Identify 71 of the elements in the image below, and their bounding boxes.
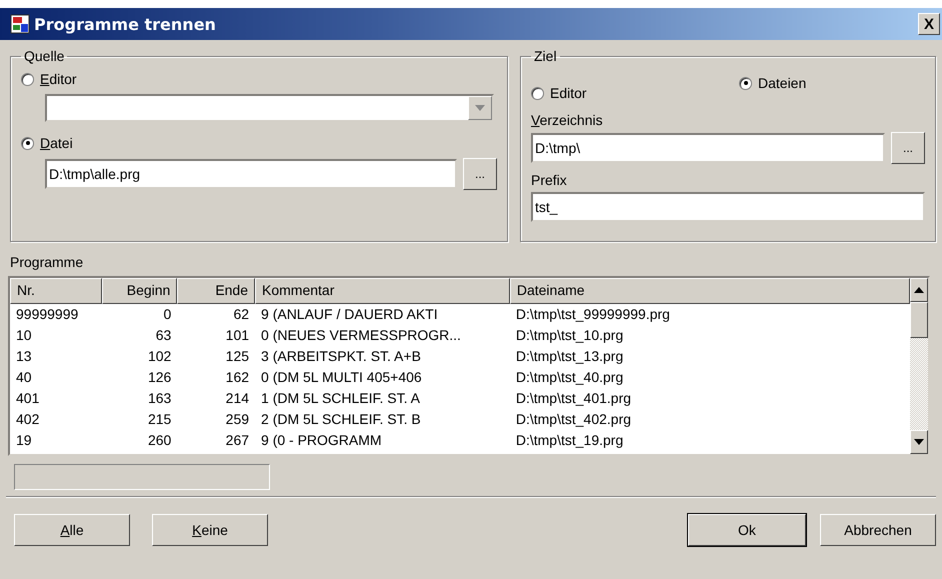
table-cell-text: D:\tmp\tst_402.prg xyxy=(514,410,632,429)
table-cell-text: 267 xyxy=(224,431,250,450)
table-cell-text: 9 (0 - PROGRAMM xyxy=(260,431,383,450)
browse-button[interactable]: ... xyxy=(463,158,497,190)
table-cell-text: 19 xyxy=(15,431,33,450)
radio-button[interactable] xyxy=(531,86,544,100)
table-cell-text: 215 xyxy=(146,410,172,429)
table-cell-text: 259 xyxy=(224,410,250,429)
table-cell-text: 40 xyxy=(15,368,33,387)
radio-label[interactable]: Dateien xyxy=(758,75,806,91)
table-cell-text: 62 xyxy=(232,305,250,324)
table-cell-text: 101 xyxy=(224,326,250,345)
prefix-field[interactable]: tst_ xyxy=(531,192,925,222)
table-cell-text: 402 xyxy=(15,410,40,429)
ok-button[interactable]: Ok xyxy=(688,514,806,546)
column-header[interactable]: Beginn xyxy=(102,278,178,304)
radio-label[interactable]: Editor xyxy=(40,71,77,87)
radio-button[interactable] xyxy=(21,136,34,150)
table-cell-text: D:\tmp\tst_13.prg xyxy=(514,347,624,366)
table-cell-text: D:\tmp\tst_401.prg xyxy=(514,389,632,408)
group-title: Ziel xyxy=(533,48,558,64)
table-cell-text: 125 xyxy=(224,347,250,366)
file-field[interactable]: D:\tmp\alle.prg xyxy=(45,159,457,189)
table-cell-text: 0 (NEUES VERMESSPROGR... xyxy=(260,326,462,345)
table-cell-text: D:\tmp\tst_99999999.prg xyxy=(514,305,671,324)
table-cell-text: 126 xyxy=(146,368,172,387)
radio-label[interactable]: Datei xyxy=(40,135,73,151)
group-title: Quelle xyxy=(23,48,66,64)
table-cell-text: 102 xyxy=(146,347,172,366)
down-arrow-icon xyxy=(914,439,924,445)
scroll-up-button[interactable] xyxy=(910,278,928,302)
table-cell-text: 401 xyxy=(15,389,40,408)
table-cell-text: 260 xyxy=(146,431,172,450)
table-cell-text: D:\tmp\tst_19.prg xyxy=(514,431,624,450)
browse-button[interactable]: ... xyxy=(891,132,925,164)
cancel-button[interactable]: Abbrechen xyxy=(820,514,936,546)
table-cell-text: 1 (DM 5L SCHLEIF. ST. A xyxy=(260,389,421,408)
table-cell-text: 3 (ARBEITSPKT. ST. A+B xyxy=(260,347,422,366)
table-cell-text: 0 (DM 5L MULTI 405+406 xyxy=(260,368,423,387)
app-icon xyxy=(10,14,30,34)
action-button[interactable]: Alle xyxy=(14,514,130,546)
table-cell-text: D:\tmp\tst_10.prg xyxy=(514,326,624,345)
table-cell-text: 13 xyxy=(15,347,33,366)
list-label: Programme xyxy=(10,254,84,270)
column-header[interactable]: Kommentar xyxy=(255,278,510,304)
table-cell-text: 0 xyxy=(162,305,172,324)
table-cell-text: 162 xyxy=(224,368,250,387)
scroll-down-button[interactable] xyxy=(910,430,928,454)
radio-button[interactable] xyxy=(739,76,752,90)
table-cell-text: 214 xyxy=(224,389,250,408)
column-header[interactable]: Dateiname xyxy=(510,278,910,304)
window-title: Programme trennen xyxy=(34,14,217,34)
action-button[interactable]: Keine xyxy=(152,514,268,546)
table-cell-text: D:\tmp\tst_40.prg xyxy=(514,368,624,387)
table-cell-text: 9 (ANLAUF / DAUERD AKTI xyxy=(260,305,439,324)
field-label: Verzeichnis xyxy=(531,112,604,128)
up-arrow-icon xyxy=(914,287,924,293)
table-cell-text: 63 xyxy=(154,326,172,345)
column-header[interactable]: Nr. xyxy=(10,278,102,304)
table-cell-text: 99999999 xyxy=(15,305,80,324)
column-header[interactable]: Ende xyxy=(177,278,256,304)
table-cell-text: 163 xyxy=(146,389,172,408)
table-cell-text: 10 xyxy=(15,326,33,345)
scrollbar-thumb[interactable] xyxy=(910,302,928,338)
close-button[interactable]: X xyxy=(918,13,940,35)
radio-label[interactable]: Editor xyxy=(550,85,587,101)
field-label: Prefix xyxy=(531,172,568,188)
directory-field[interactable]: D:\tmp\ xyxy=(531,133,885,163)
radio-button[interactable] xyxy=(21,72,34,86)
editor-dropdown[interactable] xyxy=(45,94,494,122)
table-cell-text: 2 (DM 5L SCHLEIF. ST. B xyxy=(260,410,422,429)
